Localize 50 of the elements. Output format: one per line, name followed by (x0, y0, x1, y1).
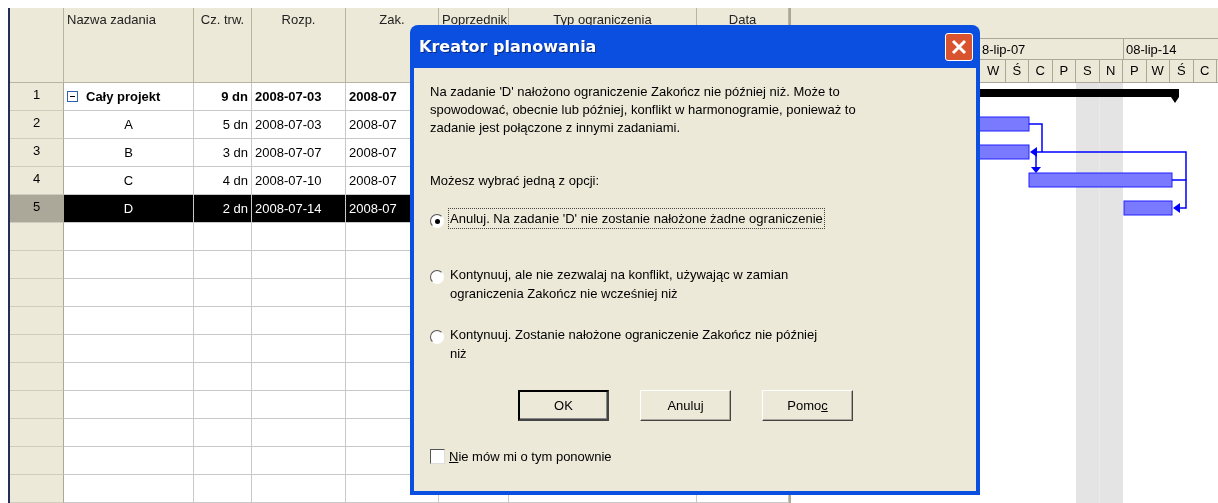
row-number[interactable]: 1 (10, 83, 64, 111)
day-label: W (982, 60, 1006, 82)
task-name: B (124, 145, 133, 160)
day-label: N (1099, 60, 1123, 82)
option-label[interactable]: Anuluj. Na zadanie 'D' nie zostanie nałożone żadne ograniczenie (448, 208, 825, 229)
row-number[interactable]: 3 (10, 139, 64, 167)
day-label: C (1193, 60, 1217, 82)
row-number[interactable]: 5 (10, 195, 64, 223)
day-label: Ś (1170, 60, 1194, 82)
radio-button[interactable] (430, 330, 444, 344)
duration-cell: 5 dn (194, 111, 252, 139)
task-name: Cały projekt (86, 89, 161, 104)
option-label[interactable]: Kontynuuj, ale nie zezwalaj na konflikt, używając w zamian ograniczenia Zakończ nie wcześniej niż (448, 264, 838, 304)
task-bar (1123, 200, 1173, 216)
column-header[interactable]: Cz. trw. (194, 8, 252, 83)
dont-show-checkbox-row[interactable]: Nie mów mi o tym ponownie (430, 449, 960, 464)
day-label: C (1029, 60, 1053, 82)
day-label: P (1052, 60, 1076, 82)
day-label: W (1146, 60, 1170, 82)
column-header[interactable]: Rozp. (252, 8, 346, 83)
day-label: P (1123, 60, 1147, 82)
option-label[interactable]: Kontynuuj. Zostanie nałożone ograniczenie Zakończ nie później niż (448, 324, 838, 364)
week-label: 08-lip-14 (1124, 39, 1218, 59)
start-date-cell: 2008-07-10 (252, 167, 346, 195)
dialog-button[interactable]: Pomoc (762, 390, 853, 421)
start-date-cell: 2008-07-07 (252, 139, 346, 167)
radio-button[interactable] (430, 270, 444, 284)
column-header[interactable]: Nazwa zadania (64, 8, 194, 83)
start-date-cell: 2008-07-14 (252, 195, 346, 223)
row-number[interactable]: 4 (10, 167, 64, 195)
start-date-cell: 2008-07-03 (252, 83, 346, 111)
collapse-icon[interactable] (67, 91, 78, 102)
dialog-button[interactable]: Anuluj (640, 390, 731, 421)
close-icon (951, 38, 967, 55)
duration-cell: 9 dn (194, 83, 252, 111)
day-label: S (1076, 60, 1100, 82)
row-number[interactable]: 2 (10, 111, 64, 139)
duration-cell: 2 dn (194, 195, 252, 223)
start-date-cell: 2008-07-03 (252, 111, 346, 139)
radio-button[interactable] (430, 214, 444, 228)
checkbox-label[interactable]: Nie mów mi o tym ponownie (449, 449, 612, 464)
checkbox[interactable] (430, 449, 445, 464)
day-label: Ś (1005, 60, 1029, 82)
close-button[interactable] (945, 32, 973, 61)
task-name: C (123, 173, 134, 188)
duration-cell: 4 dn (194, 167, 252, 195)
task-name: D (123, 201, 134, 216)
duration-cell: 3 dn (194, 139, 252, 167)
dialog-button[interactable]: OK (518, 390, 609, 421)
task-name: A (124, 117, 133, 132)
